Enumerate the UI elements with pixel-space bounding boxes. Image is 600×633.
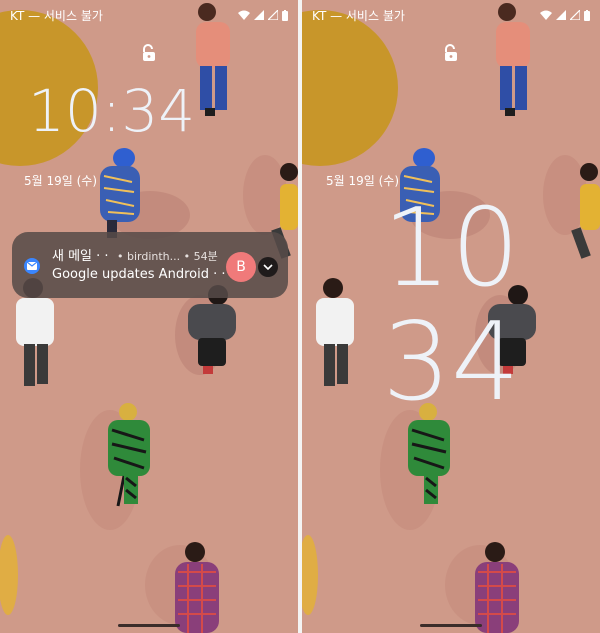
- unlock-icon[interactable]: [141, 44, 157, 62]
- notification-sender: • birdinth...: [117, 250, 181, 263]
- wifi-icon: [540, 10, 552, 20]
- status-bar: KT — 서비스 불가: [312, 5, 590, 25]
- signal-off-icon: [268, 10, 278, 20]
- clock-hours: 10: [382, 186, 520, 311]
- signal-icon: [254, 10, 264, 20]
- wifi-icon: [238, 10, 250, 20]
- large-clock: 10 34: [302, 192, 600, 420]
- battery-icon: [282, 9, 288, 21]
- lockscreen-clock: 10:34: [28, 77, 196, 145]
- home-indicator[interactable]: [420, 624, 482, 627]
- sender-avatar: B: [226, 252, 256, 282]
- expand-button[interactable]: [258, 257, 278, 277]
- unlock-icon[interactable]: [443, 44, 459, 62]
- battery-icon: [584, 9, 590, 21]
- lockscreen-right: KT — 서비스 불가 5월 19일 (수) 10 34: [302, 0, 600, 633]
- chevron-down-icon: [263, 264, 273, 270]
- lockscreen-date: 5월 19일 (수): [24, 174, 98, 188]
- notification-title: 새 메일 · ·: [52, 249, 109, 264]
- home-indicator[interactable]: [118, 624, 180, 627]
- carrier-label: KT — 서비스 불가: [10, 8, 103, 23]
- signal-icon: [556, 10, 566, 20]
- notification-meta: • birdinth... • 54분: [117, 248, 218, 264]
- lockscreen-left: KT — 서비스 불가 10:34 5월 19일 (수) 새 메일 · · • …: [0, 0, 298, 633]
- screenshot: KT — 서비스 불가 10:34 5월 19일 (수) 새 메일 · · • …: [0, 0, 600, 633]
- clock-minutes: 34: [382, 300, 520, 425]
- mail-notification[interactable]: 새 메일 · · • birdinth... • 54분 Google upda…: [12, 232, 288, 298]
- carrier-label: KT — 서비스 불가: [312, 8, 405, 23]
- mail-icon: [24, 258, 40, 274]
- status-bar: KT — 서비스 불가: [10, 5, 288, 25]
- notification-time: • 54분: [183, 250, 218, 263]
- signal-off-icon: [570, 10, 580, 20]
- notification-body: Google updates Android · ·: [52, 267, 226, 282]
